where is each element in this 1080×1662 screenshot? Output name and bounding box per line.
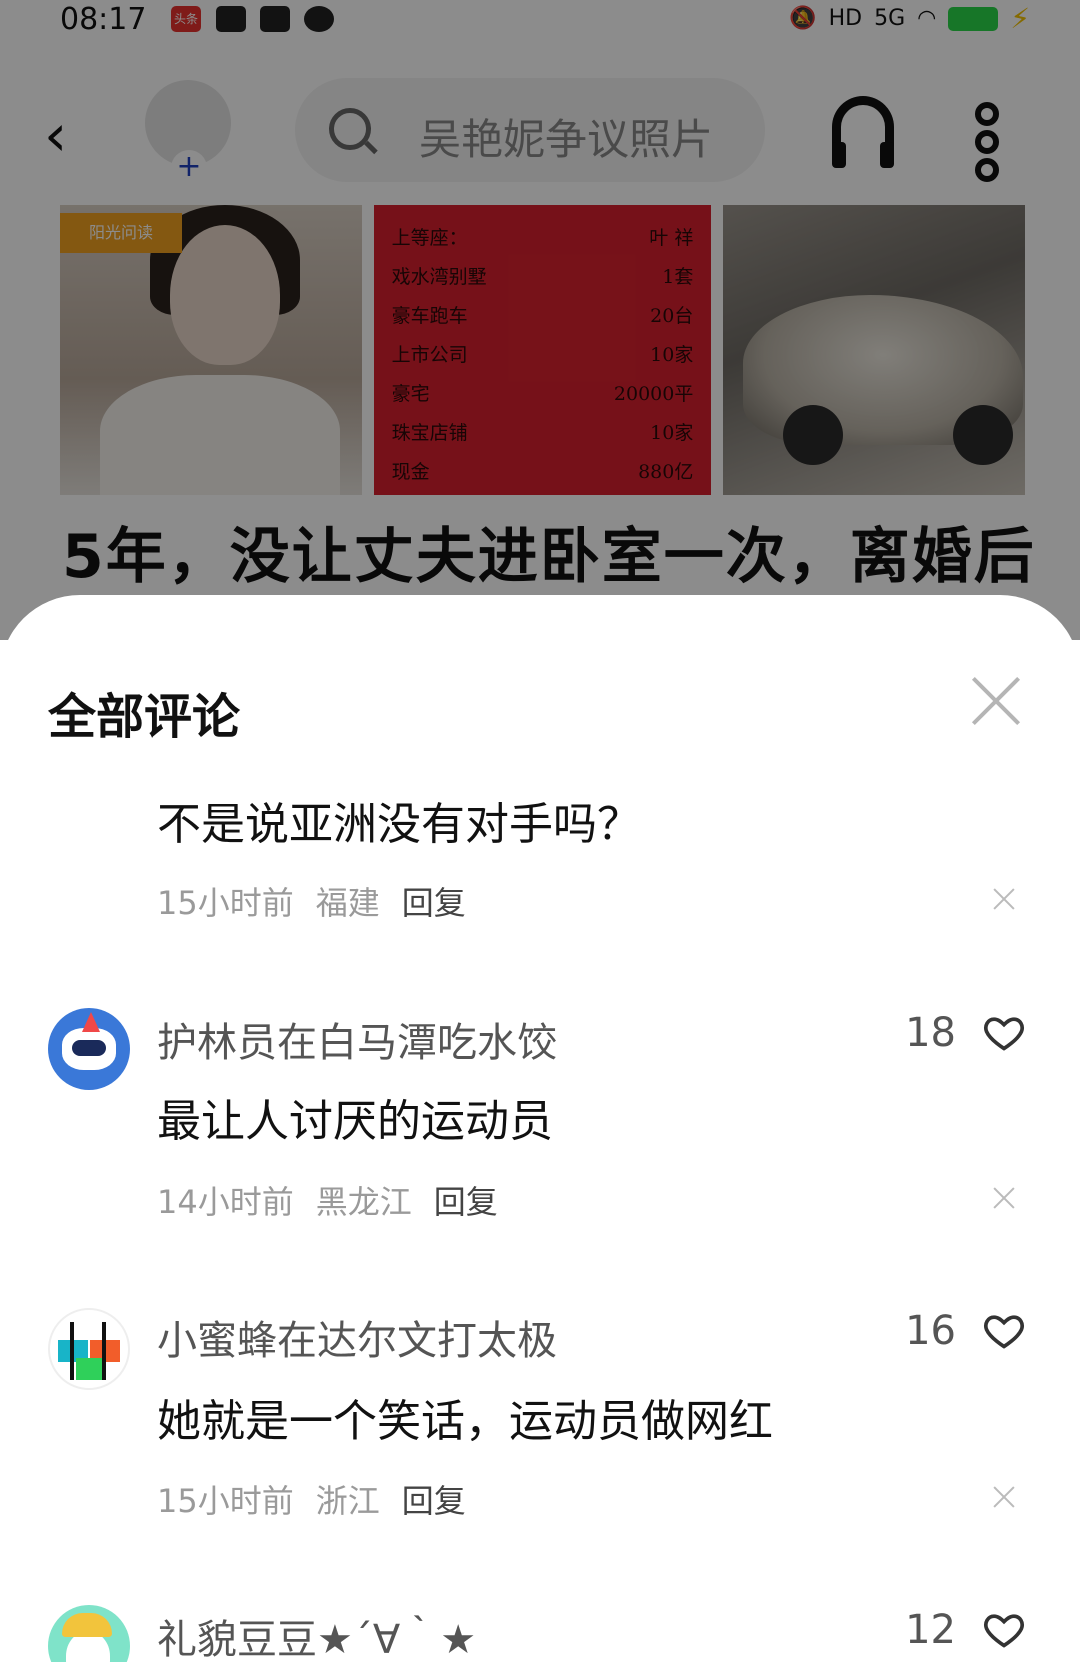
like-count: 18 bbox=[905, 1010, 956, 1056]
dismiss-icon[interactable] bbox=[992, 1485, 1016, 1509]
reply-button[interactable]: 回复 bbox=[402, 1476, 466, 1522]
comment-location: 浙江 bbox=[315, 1482, 380, 1520]
user-avatar[interactable] bbox=[48, 1008, 130, 1090]
like-count: 16 bbox=[905, 1308, 956, 1354]
reply-button[interactable]: 回复 bbox=[402, 878, 466, 924]
heart-icon[interactable] bbox=[982, 1607, 1026, 1651]
comment-location: 黑龙江 bbox=[315, 1183, 412, 1221]
close-icon[interactable] bbox=[968, 673, 1024, 729]
comment-text: 她就是一个笑话，运动员做网红 bbox=[157, 1396, 773, 1447]
comment-meta: 14小时前 黑龙江 回复 bbox=[157, 1177, 498, 1223]
heart-icon[interactable] bbox=[982, 1308, 1026, 1352]
comment-time: 15小时前 bbox=[157, 884, 294, 922]
comments-title: 全部评论 bbox=[48, 689, 241, 745]
comment-username[interactable]: 小蜜蜂在达尔文打太极 bbox=[157, 1308, 557, 1366]
heart-icon[interactable] bbox=[982, 1010, 1026, 1054]
dim-overlay[interactable] bbox=[0, 0, 1080, 640]
comment-location: 福建 bbox=[315, 884, 380, 922]
dismiss-icon[interactable] bbox=[992, 1186, 1016, 1210]
comment-meta: 15小时前 福建 回复 bbox=[157, 878, 466, 924]
comment-meta: 15小时前 浙江 回复 bbox=[157, 1476, 466, 1522]
user-avatar[interactable] bbox=[48, 1605, 130, 1662]
comment-time: 15小时前 bbox=[157, 1482, 294, 1520]
comment-time: 14小时前 bbox=[157, 1183, 294, 1221]
user-avatar[interactable] bbox=[48, 1308, 130, 1390]
like-count: 12 bbox=[905, 1607, 956, 1653]
comments-sheet: 全部评论 不是说亚洲没有对手吗？ 15小时前 福建 回复 护林员在白马潭吃水饺 … bbox=[0, 595, 1080, 1662]
comment-username[interactable]: 礼貌豆豆★´∀｀★ bbox=[157, 1607, 476, 1662]
comment-text: 最让人讨厌的运动员 bbox=[157, 1096, 553, 1147]
comment-text: 不是说亚洲没有对手吗？ bbox=[157, 799, 641, 850]
reply-button[interactable]: 回复 bbox=[434, 1177, 498, 1223]
dismiss-icon[interactable] bbox=[992, 887, 1016, 911]
comment-username[interactable]: 护林员在白马潭吃水饺 bbox=[157, 1010, 557, 1068]
